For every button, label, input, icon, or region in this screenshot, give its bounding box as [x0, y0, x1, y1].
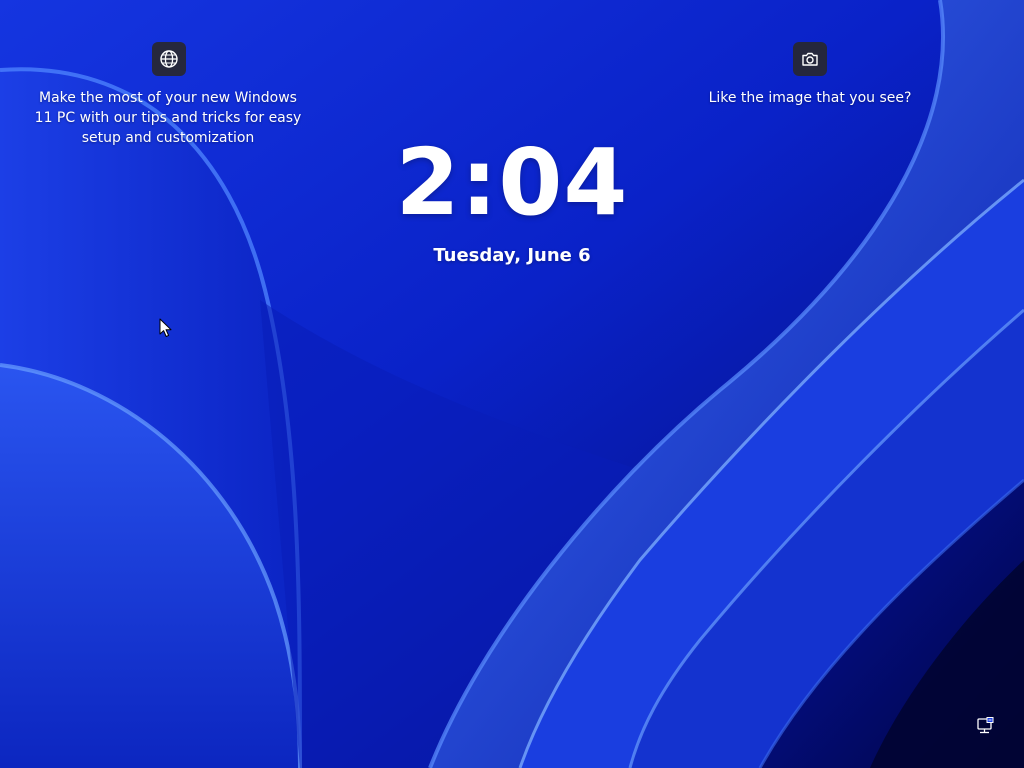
spotlight-tip-line: 11 PC with our tips and tricks for easy: [34, 110, 302, 126]
lock-screen-clock: 2:04: [395, 129, 629, 236]
lock-screen-date: Tuesday, June 6: [433, 245, 591, 266]
globe-icon: [159, 49, 179, 69]
network-ethernet-icon: [975, 717, 995, 740]
camera-icon: [800, 49, 820, 69]
mouse-cursor-icon: [159, 318, 172, 337]
network-button[interactable]: [975, 716, 995, 736]
learn-more-button[interactable]: [152, 42, 186, 76]
spotlight-tip-line: Make the most of your new Windows: [39, 90, 297, 106]
like-image-text[interactable]: Like the image that you see?: [690, 88, 930, 108]
like-image-button[interactable]: [793, 42, 827, 76]
